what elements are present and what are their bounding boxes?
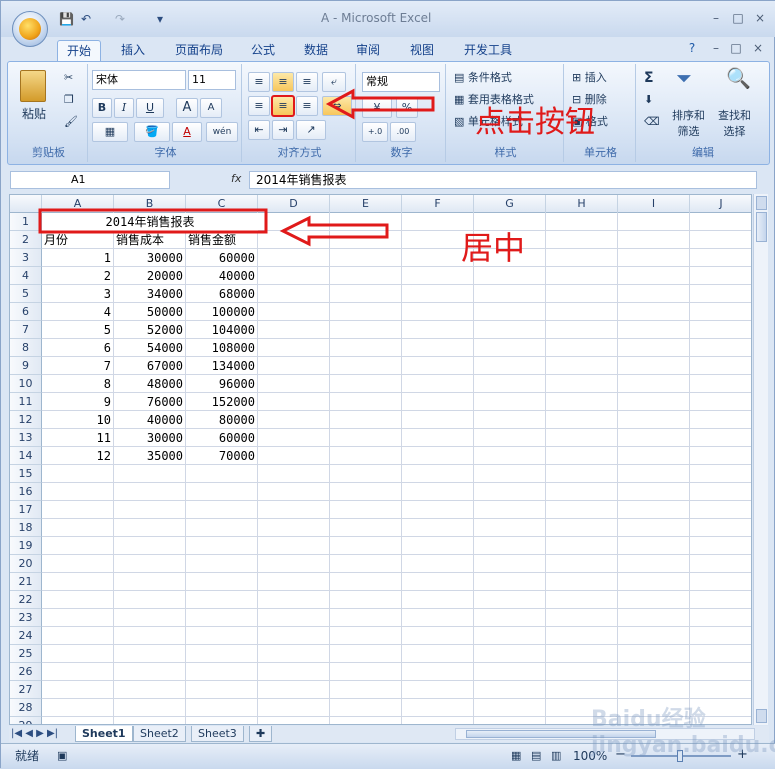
office-logo-icon (19, 18, 41, 40)
office-button[interactable] (12, 11, 48, 47)
arrow-to-cell-icon (279, 215, 389, 247)
annotation-click-button: 点击按钮 (475, 105, 595, 140)
baidu-watermark: Baidu经验 jingyan.baidu.com (591, 707, 775, 758)
excel-window: 💾 ↶ ↷ ▾ A - Microsoft Excel – □ × 开始 插入 … (0, 0, 775, 769)
annotation-overlay (38, 88, 435, 247)
merged-title-highlight (38, 208, 268, 234)
annotation-center: 居中 (461, 229, 526, 267)
arrow-to-button-icon (325, 88, 435, 120)
